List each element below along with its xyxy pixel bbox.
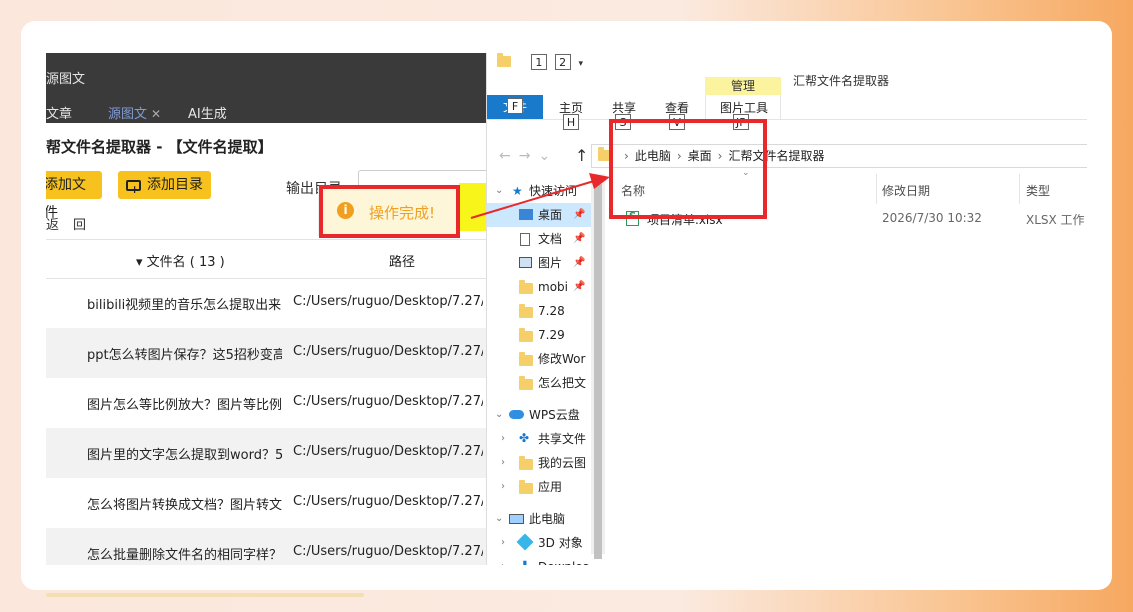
annotation-arrow bbox=[470, 173, 610, 219]
decorative-underline bbox=[46, 593, 364, 597]
screenshot-area: 源图文 文章 源图文 ✕ AI生成 帮文件名提取器 - 【文件名提取】 添加文件 … bbox=[46, 53, 1087, 565]
arrow-head-icon bbox=[589, 173, 610, 189]
arrow-line bbox=[470, 180, 595, 219]
